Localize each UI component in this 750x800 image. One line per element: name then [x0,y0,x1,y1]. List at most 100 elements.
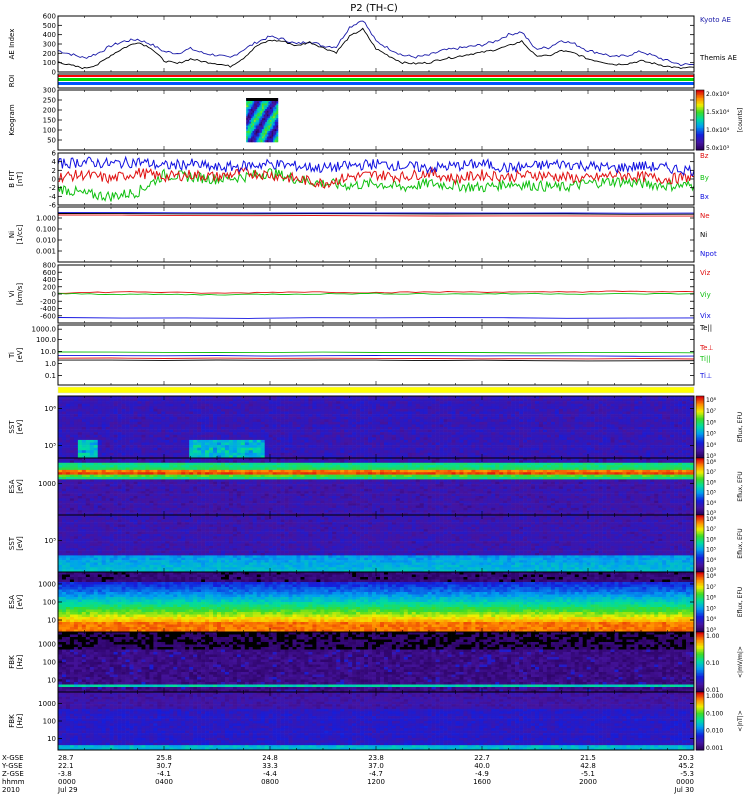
keogram-cell [276,124,278,126]
sst-ion-spectrogram-cell [189,448,193,451]
sst-ion-spectrogram-cell [205,427,209,430]
sst-ion-spectrogram-cell [138,427,142,430]
sst-ion-spectrogram-cell [312,440,316,443]
sst-ion-spectrogram-cell [82,443,86,446]
keogram-axis-tick-label: 200 [43,107,56,115]
sst-ion-spectrogram-cell [360,412,364,415]
bfield-axis-tick-label: 2 [52,167,56,175]
sst-ion-spectrogram-cell [181,406,185,409]
sst-ion-spectrogram-cell [253,399,257,402]
sst-ion-spectrogram-cell [420,404,424,407]
sst-ion-spectrogram-cell [66,409,70,412]
sst-ion-spectrogram-cell [209,453,213,456]
sst-ion-spectrogram-cell [70,437,74,440]
sst-ion-spectrogram-cell [205,399,209,402]
kyoto-ae-line [58,21,694,66]
sst-ion-spectrogram-cell [130,409,134,412]
sst-ion-spectrogram-cell [384,404,388,407]
sst-ion-spectrogram-cell [245,427,249,430]
sst-ion-spectrogram-cell [416,399,420,402]
sst-ion-spectrogram-cell [233,443,237,446]
sst-ion-spectrogram-cell [153,432,157,435]
sst-ion-spectrogram-cell [388,453,392,456]
sst-ion-spectrogram-cell [161,427,165,430]
sst-ion-spectrogram-cell [273,404,277,407]
sst-ion-spectrogram-cell [86,401,90,404]
sst-ion-spectrogram-cell [74,440,78,443]
sst-ion-spectrogram-cell [269,440,273,443]
sst-ion-spectrogram-cell [130,427,134,430]
sst-ion-spectrogram-cell [78,435,82,438]
sst-ion-spectrogram-cell [380,435,384,438]
sst-ion-spectrogram-cell [221,406,225,409]
sst-ion-spectrogram-cell [316,417,320,420]
sst-ion-spectrogram-cell [424,419,428,422]
sst-ion-spectrogram-cell [249,399,253,402]
sst-ion-spectrogram-cell [138,406,142,409]
sst-ion-spectrogram-cell [130,453,134,456]
sst-ion-spectrogram-cell [428,419,432,422]
sst-ion-spectrogram-cell [273,409,277,412]
sst-ion-spectrogram-cell [376,417,380,420]
sst-ion-spectrogram-cell [62,399,66,402]
sst-ion-spectrogram-cell [364,430,368,433]
sst-ion-spectrogram-cell [408,445,412,448]
sst-ion-spectrogram-cell [161,401,165,404]
sst-ion-spectrogram-cell [408,430,412,433]
sst-ion-spectrogram-cell [424,427,428,430]
sst-ion-spectrogram-cell [348,414,352,417]
sst-ion-spectrogram-cell [102,437,106,440]
sst-ion-spectrogram-cell [348,417,352,420]
sst-ion-spectrogram-cell [281,406,285,409]
sst-ion-spectrogram-cell [336,404,340,407]
sst-ion-spectrogram-cell [380,406,384,409]
sst-ion-spectrogram-cell [114,427,118,430]
sst-ion-spectrogram-cell [332,430,336,433]
sst-ion-spectrogram-cell [138,399,142,402]
sst-ion-spectrogram-cell [293,419,297,422]
sst-ion-spectrogram-cell [265,427,269,430]
sst-ion-spectrogram-cell [193,422,197,425]
sst-ion-spectrogram-cell [356,406,360,409]
sst-ion-spectrogram-cell [297,448,301,451]
sst-ion-spectrogram-cell [173,445,177,448]
sst-ion-spectrogram-cell [138,437,142,440]
sst-ion-spectrogram-cell [304,448,308,451]
sst-ion-spectrogram-cell [237,430,241,433]
sst-ion-spectrogram-cell [316,430,320,433]
sst-ion-spectrogram-cell [297,435,301,438]
sst-ion-spectrogram-cell [161,404,165,407]
sst-ion-spectrogram-cell [161,440,165,443]
sst-ion-spectrogram-cell [217,399,221,402]
sst-ion-spectrogram-cell [221,404,225,407]
sst-ion-spectrogram-cell [376,448,380,451]
sst-ion-spectrogram-cell [336,412,340,415]
sst-ion-spectrogram-cell [312,417,316,420]
sst-ion-spectrogram-cell [404,417,408,420]
sst-ion-spectrogram-cell [181,422,185,425]
sst-ion-spectrogram-cell [157,424,161,427]
sst-ion-spectrogram-cell [221,414,225,417]
keogram-cell [276,127,278,129]
sst-ion-spectrogram-cell [197,401,201,404]
sst-ion-spectrogram-cell [432,404,436,407]
sst-ion-spectrogram-cell [62,435,66,438]
sst-ion-spectrogram-cell [308,445,312,448]
sst-ion-spectrogram-cell [62,443,66,446]
sst-ion-spectrogram-cell [320,448,324,451]
sst-ion-spectrogram-cell [408,443,412,446]
sst-ion-spectrogram-cell [432,450,436,453]
sst-ion-spectrogram-cell [420,430,424,433]
sst-ion-spectrogram-cell [209,435,213,438]
sst-ion-spectrogram-cell [380,409,384,412]
sst-ion-spectrogram-cell [82,424,86,427]
sst-ion-spectrogram-cell [106,401,110,404]
sst-ion-spectrogram-cell [281,432,285,435]
sst-ion-spectrogram-cell [66,427,70,430]
sst-ion-spectrogram-cell [312,419,316,422]
sst-ion-spectrogram-cell [364,443,368,446]
sst-ion-spectrogram-cell [177,443,181,446]
sst-ion-spectrogram-cell [316,435,320,438]
sst-ion-spectrogram-cell [169,414,173,417]
sst-ion-spectrogram-cell [122,453,126,456]
